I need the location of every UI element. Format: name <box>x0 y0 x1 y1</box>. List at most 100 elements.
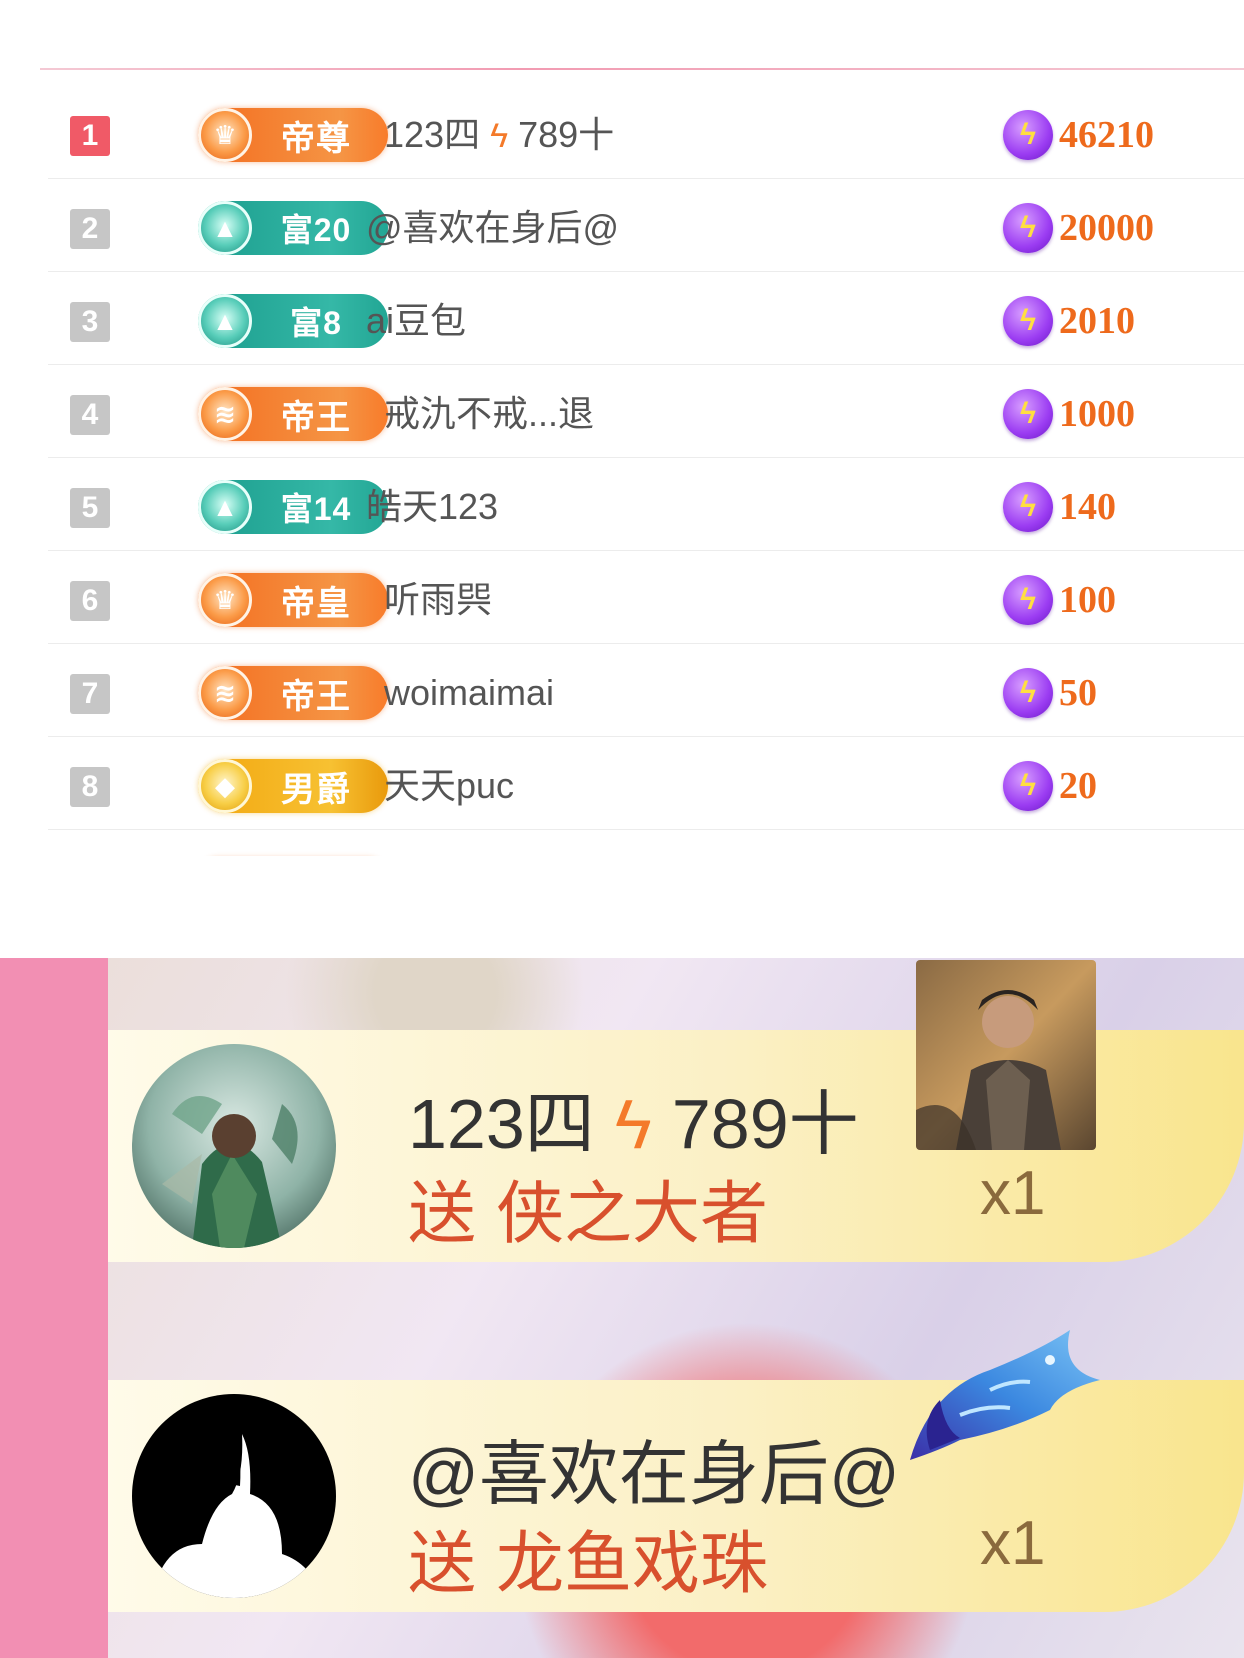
lightning-coin-icon: ϟ <box>1003 389 1053 439</box>
user-name-suffix: 789十 <box>518 114 615 155</box>
silhouette-avatar[interactable] <box>132 1394 336 1598</box>
level-badge: ◆ 男爵 <box>198 759 388 813</box>
bolt-icon: ϟ <box>490 117 509 155</box>
lightning-coin-icon: ϟ <box>1003 761 1053 811</box>
lightning-coin-icon: ϟ <box>1003 575 1053 625</box>
hero-portrait-gift <box>916 960 1096 1150</box>
warrior-avatar[interactable] <box>132 1044 336 1248</box>
crown-icon: ♛ <box>198 573 252 627</box>
user-name[interactable]: 天天puc <box>384 759 514 813</box>
badge-label: 帝尊 <box>281 119 351 158</box>
user-name-text: @喜欢在身后@ <box>366 207 620 248</box>
gift-verb: 送 <box>408 1526 477 1602</box>
score-value: 20 <box>1059 765 1097 807</box>
diamond-icon: ◆ <box>198 759 252 813</box>
user-name[interactable]: ai豆包 <box>366 294 466 348</box>
gift-ranking-panel: 1 ♛ 帝尊 123四 ϟ 789十 ϟ 46210 2 ▲ 富20 @喜欢在身后@ ϟ 20000 3 ▲ 富… <box>0 0 1244 860</box>
side-strip <box>0 958 108 1658</box>
user-name[interactable]: woimaimai <box>384 666 554 720</box>
score-value: 140 <box>1059 486 1116 528</box>
app-root: 1 ♛ 帝尊 123四 ϟ 789十 ϟ 46210 2 ▲ 富20 @喜欢在身后@ ϟ 20000 3 ▲ 富… <box>0 0 1244 1658</box>
sender-name-text: 123四 <box>408 1085 595 1163</box>
rank-number: 6 <box>70 581 110 621</box>
score: ϟ 20 <box>1003 759 1097 813</box>
badge-glyph: ♛ <box>213 120 237 150</box>
ranking-row[interactable]: 3 ▲ 富8 ai豆包 ϟ 2010 <box>48 272 1244 365</box>
score: ϟ 46210 <box>1003 108 1154 162</box>
gift-notification-area: 123四 ϟ 789十 送侠之大者 x1 @喜欢在身后@ 送 龙鱼戏珠 x1 <box>0 958 1244 1658</box>
triangle-gem-icon: ▲ <box>198 201 252 255</box>
user-name-text: ai豆包 <box>366 300 467 341</box>
level-badge: ≋ 帝王 <box>198 666 388 720</box>
rank-number: 3 <box>70 302 110 342</box>
triangle-gem-icon: ▲ <box>198 480 252 534</box>
score: ϟ 2010 <box>1003 294 1135 348</box>
ranking-row[interactable]: 5 ▲ 富14 皓天123 ϟ 140 <box>48 458 1244 551</box>
gift-banner: @喜欢在身后@ 送龙鱼戏珠 x1 <box>108 1330 1244 1612</box>
gift-sender-name: 123四 ϟ 789十 <box>408 1068 859 1169</box>
crown-icon: ♛ <box>198 108 252 162</box>
badge-label: 帝王 <box>281 677 351 716</box>
score-value: 1000 <box>1059 393 1135 435</box>
score-value: 20000 <box>1059 207 1154 249</box>
level-badge: ♛ 帝皇 <box>198 573 388 627</box>
user-name[interactable]: 皓天123 <box>366 480 498 534</box>
lightning-coin-icon: ϟ <box>1003 668 1053 718</box>
badge-label: 男爵 <box>281 770 351 809</box>
gift-name: 侠之大者 <box>496 1176 769 1252</box>
chevrons-icon: ≋ <box>198 387 252 441</box>
level-badge: ▲ 富20 <box>198 201 388 255</box>
badge-label: 帝王 <box>281 398 351 437</box>
lightning-coin-icon: ϟ <box>1003 296 1053 346</box>
lightning-coin-icon: ϟ <box>1003 203 1053 253</box>
badge-glyph: ▲ <box>212 306 238 336</box>
bolt-icon: ϟ <box>614 1085 652 1163</box>
user-name-text: 皓天123 <box>366 486 499 527</box>
ranking-row[interactable]: 7 ≋ 帝王 woimaimai ϟ 50 <box>48 644 1244 737</box>
rank-number: 2 <box>70 209 110 249</box>
ranking-row[interactable]: 4 ≋ 帝王 戒氿不戒...退 ϟ 1000 <box>48 365 1244 458</box>
user-name[interactable]: 戒氿不戒...退 <box>384 387 594 441</box>
dragon-fish-gift <box>900 1320 1110 1470</box>
ranking-row[interactable]: 6 ♛ 帝皇 听雨巺 ϟ 100 <box>48 551 1244 644</box>
ranking-row[interactable]: 1 ♛ 帝尊 123四 ϟ 789十 ϟ 46210 <box>48 86 1244 179</box>
sender-name-text: @喜欢在身后@ <box>408 1435 901 1513</box>
badge-glyph: ≋ <box>214 678 236 708</box>
chevrons-icon: ≋ <box>198 666 252 720</box>
score-value: 46210 <box>1059 114 1154 156</box>
score: ϟ 140 <box>1003 480 1116 534</box>
user-name[interactable]: 123四 ϟ 789十 <box>384 108 614 162</box>
rank-number: 7 <box>70 674 110 714</box>
triangle-gem-icon: ▲ <box>198 294 252 348</box>
score: ϟ 50 <box>1003 666 1097 720</box>
gift-count: x1 <box>980 1159 1046 1228</box>
sender-name-suffix: 789十 <box>671 1085 859 1163</box>
badge-glyph: ♛ <box>213 585 237 615</box>
user-name[interactable]: 听雨巺 <box>384 573 492 627</box>
ranking-row[interactable]: 2 ▲ 富20 @喜欢在身后@ ϟ 20000 <box>48 179 1244 272</box>
badge-glyph: ≋ <box>214 399 236 429</box>
user-name-text: 听雨巺 <box>384 579 493 620</box>
gift-description: 送龙鱼戏珠 <box>408 1508 768 1607</box>
score: ϟ 1000 <box>1003 387 1135 441</box>
badge-glyph: ◆ <box>215 771 235 801</box>
gift-sender-name: @喜欢在身后@ <box>408 1418 900 1519</box>
badge-glyph: ▲ <box>212 492 238 522</box>
score-value: 2010 <box>1059 300 1135 342</box>
ranking-row-partial <box>48 830 1244 856</box>
score: ϟ 20000 <box>1003 201 1154 255</box>
rank-number: 4 <box>70 395 110 435</box>
lightning-coin-icon: ϟ <box>1003 110 1053 160</box>
ranking-row[interactable]: 8 ◆ 男爵 天天puc ϟ 20 <box>48 737 1244 830</box>
rank-number: 8 <box>70 767 110 807</box>
rank-number: 1 <box>70 116 110 156</box>
user-name[interactable]: @喜欢在身后@ <box>366 201 619 255</box>
gift-count: x1 <box>980 1509 1046 1578</box>
level-badge: ▲ 富8 <box>198 294 388 348</box>
user-name-text: 123四 <box>384 114 481 155</box>
level-badge: ▲ 富14 <box>198 480 388 534</box>
level-badge: ≋ 帝王 <box>198 387 388 441</box>
ranking-list[interactable]: 1 ♛ 帝尊 123四 ϟ 789十 ϟ 46210 2 ▲ 富20 @喜欢在身后@ ϟ 20000 3 ▲ 富… <box>48 86 1244 856</box>
gift-verb: 送 <box>408 1176 477 1252</box>
score: ϟ 100 <box>1003 573 1116 627</box>
